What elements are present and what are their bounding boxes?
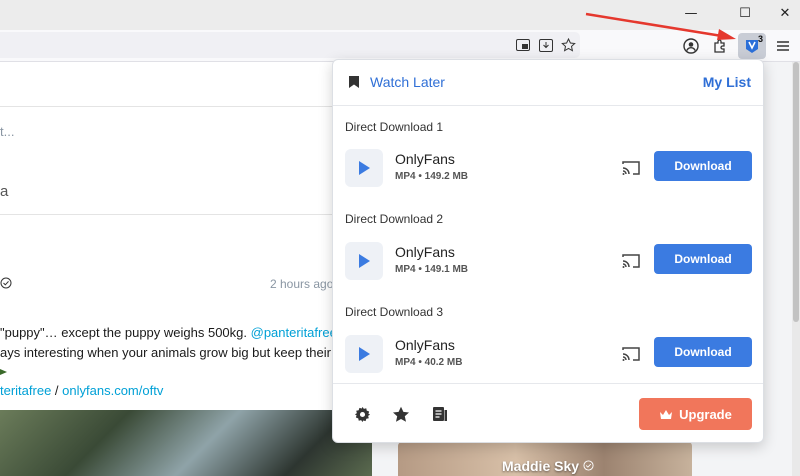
upgrade-button[interactable]: Upgrade <box>639 398 752 430</box>
bookmark-icon <box>349 76 359 88</box>
bookmark-star-icon[interactable] <box>559 36 577 54</box>
profile-link[interactable]: teritafree <box>0 383 51 398</box>
play-button[interactable] <box>345 242 383 280</box>
download-section-title: Direct Download 1 <box>345 120 444 134</box>
play-icon <box>359 161 370 175</box>
download-item: OnlyFans MP4 • 149.2 MB Download <box>345 149 753 189</box>
crown-icon <box>660 409 673 419</box>
cast-icon[interactable] <box>621 345 641 363</box>
profile-name-text: Maddie Sky <box>502 458 580 474</box>
oftv-link[interactable]: onlyfans.com/oftv <box>62 383 163 398</box>
meta-separator: • <box>418 264 422 275</box>
upgrade-label: Upgrade <box>679 406 732 422</box>
minimize-button[interactable]: — <box>668 0 714 26</box>
format-label: MP4 <box>395 264 416 275</box>
gear-icon[interactable] <box>352 404 372 424</box>
emoji-icon <box>0 364 8 382</box>
download-section-title: Direct Download 3 <box>345 305 444 319</box>
play-icon <box>359 254 370 268</box>
play-button[interactable] <box>345 149 383 187</box>
cast-icon[interactable] <box>621 159 641 177</box>
file-size-label: 149.1 MB <box>424 264 468 275</box>
extension-logo-icon <box>746 40 758 53</box>
cast-icon[interactable] <box>621 252 641 270</box>
compose-placeholder-fragment[interactable]: t... <box>0 124 14 139</box>
post-text-line-2: ays interesting when your animals grow b… <box>0 345 331 360</box>
file-size-label: 40.2 MB <box>424 357 463 368</box>
menu-hamburger-icon[interactable] <box>774 37 792 55</box>
address-bar[interactable] <box>0 32 580 58</box>
browser-toolbar <box>0 30 800 62</box>
download-item-meta: MP4 • 40.2 MB <box>395 357 462 368</box>
post-text-line-1: "puppy"… except the puppy weighs 500kg. … <box>0 325 337 340</box>
meta-separator: • <box>418 171 422 182</box>
my-list-link[interactable]: My List <box>703 74 751 90</box>
feed-column: t... a 2 hours ago "puppy"… except the p… <box>0 62 372 476</box>
compose-divider <box>0 214 372 215</box>
play-icon <box>359 347 370 361</box>
link-separator: / <box>51 383 63 398</box>
format-label: MP4 <box>395 357 416 368</box>
mention-link[interactable]: @panteritafree <box>251 325 337 340</box>
download-item-name: OnlyFans <box>395 151 455 167</box>
watch-later-link[interactable]: Watch Later <box>348 74 445 90</box>
profile-card-name[interactable]: Maddie Sky <box>502 458 594 474</box>
download-item: OnlyFans MP4 • 40.2 MB Download <box>345 335 753 375</box>
download-item: OnlyFans MP4 • 149.1 MB Download <box>345 242 753 282</box>
download-button[interactable]: Download <box>654 244 752 274</box>
close-button[interactable]: ✕ <box>762 0 800 26</box>
post-links-line: teritafree / onlyfans.com/oftv <box>0 383 163 398</box>
watch-later-label: Watch Later <box>370 74 445 90</box>
download-button[interactable]: Download <box>654 151 752 181</box>
feed-divider <box>0 106 372 107</box>
popup-footer: Upgrade <box>333 383 763 442</box>
extension-badge-count: 3 <box>757 34 763 44</box>
post-timestamp[interactable]: 2 hours ago <box>270 277 333 291</box>
download-item-name: OnlyFans <box>395 244 455 260</box>
download-item-meta: MP4 • 149.1 MB <box>395 264 468 275</box>
browser-titlebar: — ☐ ✕ <box>0 0 800 30</box>
verified-badge-icon <box>583 458 594 474</box>
format-label: MP4 <box>395 171 416 182</box>
file-size-label: 149.2 MB <box>424 171 468 182</box>
download-page-icon[interactable] <box>537 36 555 54</box>
download-section-title: Direct Download 2 <box>345 212 444 226</box>
page-scrollbar[interactable] <box>792 62 800 476</box>
popup-header: Watch Later My List <box>333 60 763 106</box>
video-downloader-extension-button[interactable]: 3 <box>738 33 766 59</box>
star-icon[interactable] <box>391 404 411 424</box>
post-text: "puppy"… except the puppy weighs 500kg. <box>0 325 251 340</box>
account-icon[interactable] <box>682 37 700 55</box>
download-button[interactable]: Download <box>654 337 752 367</box>
notes-list-icon[interactable] <box>430 404 450 424</box>
post-media-image[interactable] <box>0 410 372 476</box>
compose-text-fragment: a <box>0 183 9 200</box>
scrollbar-thumb[interactable] <box>793 62 799 322</box>
picture-in-picture-icon[interactable] <box>514 36 532 54</box>
download-item-meta: MP4 • 149.2 MB <box>395 171 468 182</box>
download-item-name: OnlyFans <box>395 337 455 353</box>
meta-separator: • <box>418 357 422 368</box>
verified-badge-icon <box>0 276 12 294</box>
downloader-popup: Watch Later My List Direct Download 1 On… <box>332 59 764 443</box>
extensions-puzzle-icon[interactable] <box>711 37 729 55</box>
play-button[interactable] <box>345 335 383 373</box>
